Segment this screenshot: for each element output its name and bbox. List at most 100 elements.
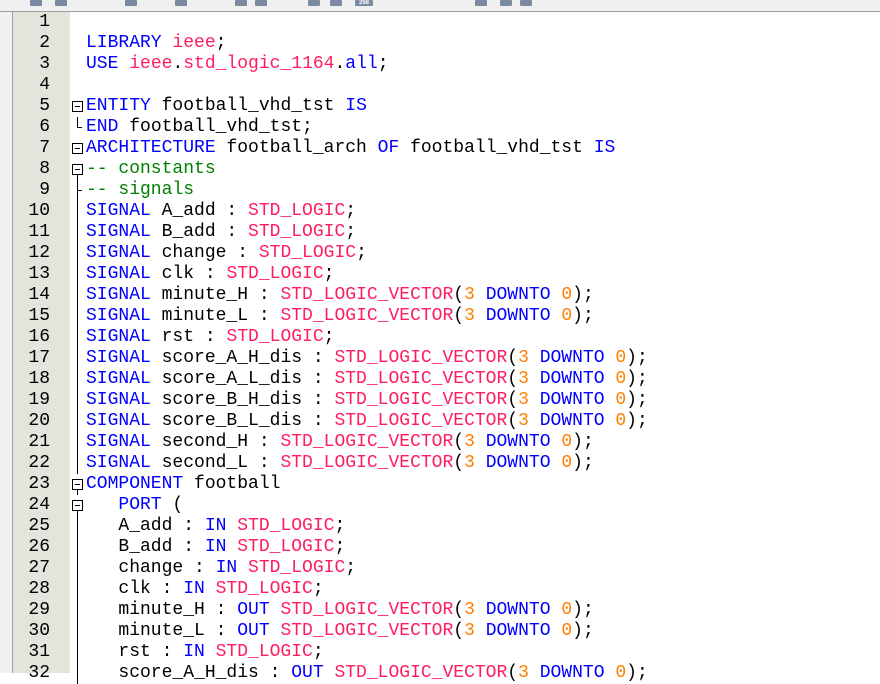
toolbar-button[interactable] — [255, 0, 267, 6]
code-line[interactable]: 11 SIGNAL B_add : STD_LOGIC; — [13, 222, 880, 243]
code-line[interactable]: 27 change : IN STD_LOGIC; — [13, 558, 880, 579]
toolbar-button[interactable] — [235, 0, 247, 6]
code-line[interactable]: 1 — [13, 12, 880, 33]
line-number: 12 — [28, 243, 50, 263]
fold-line — [77, 222, 78, 243]
type-token: ieee — [172, 33, 216, 53]
keyword-token: SIGNAL — [86, 285, 162, 305]
text-token: ; — [334, 516, 346, 536]
keyword-token: SIGNAL — [86, 243, 162, 263]
code-text: A_add : IN STD_LOGIC; — [86, 516, 345, 537]
number-token: 0 — [615, 663, 627, 683]
text-token: ); — [626, 348, 648, 368]
code-line[interactable]: 20 SIGNAL score_B_L_dis : STD_LOGIC_VECTO… — [13, 411, 880, 432]
fold-line — [77, 537, 78, 558]
fold-line — [77, 243, 78, 264]
number-token: 3 — [518, 663, 529, 683]
toolbar-counter[interactable]: 268 — [355, 0, 373, 6]
code-line[interactable]: 24 PORT ( — [13, 495, 880, 516]
keyword-token: OUT — [237, 600, 281, 620]
code-line[interactable]: 3 USE ieee.std_logic_1164.all; — [13, 54, 880, 75]
code-text: SIGNAL score_A_L_dis : STD_LOGIC_VECTOR(… — [86, 369, 648, 390]
type-token: STD_LOGIC — [226, 327, 324, 347]
code-editor[interactable]: 1 2 LIBRARY ieee; 3 USE ieee.std_logic_1164.… — [13, 12, 880, 684]
code-line[interactable]: 26 B_add : IN STD_LOGIC; — [13, 537, 880, 558]
text-token: ); — [572, 621, 594, 641]
text-token: ( — [507, 411, 519, 431]
keyword-token: all — [345, 54, 378, 74]
code-line[interactable]: 22 SIGNAL second_L : STD_LOGIC_VECTOR(3 D… — [13, 453, 880, 474]
text-token: ; — [345, 201, 357, 221]
code-line[interactable]: 10 SIGNAL A_add : STD_LOGIC; — [13, 201, 880, 222]
text-token: rst : — [86, 642, 184, 662]
keyword-token: DOWNTO — [528, 390, 616, 410]
code-line[interactable]: 29 minute_H : OUT STD_LOGIC_VECTOR(3 DOW… — [13, 600, 880, 621]
keyword-token: DOWNTO — [474, 306, 562, 326]
code-line[interactable]: 8 -- constants — [13, 159, 880, 180]
keyword-token: SIGNAL — [86, 432, 162, 452]
toolbar-button[interactable] — [308, 0, 320, 6]
text-token: ( — [453, 600, 465, 620]
text-token: ); — [626, 390, 648, 410]
toolbar-button[interactable] — [30, 0, 42, 6]
fold-collapse-icon[interactable] — [72, 101, 83, 112]
line-number: 24 — [28, 495, 50, 515]
line-number: 27 — [28, 558, 50, 578]
code-line[interactable]: 4 — [13, 75, 880, 96]
toolbar-button[interactable] — [475, 0, 487, 6]
text-token: ( — [507, 348, 519, 368]
code-line[interactable]: 19 SIGNAL score_B_H_dis : STD_LOGIC_VECTO… — [13, 390, 880, 411]
code-line[interactable]: 21 SIGNAL second_H : STD_LOGIC_VECTOR(3 D… — [13, 432, 880, 453]
toolbar-button[interactable] — [125, 0, 137, 6]
code-text: PORT ( — [86, 495, 183, 516]
code-line[interactable]: 2 LIBRARY ieee; — [13, 33, 880, 54]
toolbar-button[interactable] — [175, 0, 187, 6]
toolbar: 268 — [0, 0, 880, 12]
code-line[interactable]: 16 SIGNAL rst : STD_LOGIC; — [13, 327, 880, 348]
line-number: 7 — [39, 138, 50, 158]
number-token: 3 — [518, 411, 529, 431]
line-number: 30 — [28, 621, 50, 641]
code-line[interactable]: 14 SIGNAL minute_H : STD_LOGIC_VECTOR(3 D… — [13, 285, 880, 306]
toolbar-button[interactable] — [500, 0, 512, 6]
code-line[interactable]: 13 SIGNAL clk : STD_LOGIC; — [13, 264, 880, 285]
type-token: STD_LOGIC — [248, 222, 346, 242]
code-line[interactable]: 15 SIGNAL minute_L : STD_LOGIC_VECTOR(3 D… — [13, 306, 880, 327]
text-token: score_A_H_dis : — [86, 663, 292, 683]
code-line[interactable]: 5 ENTITY football_vhd_tst IS — [13, 96, 880, 117]
code-line[interactable]: 23 COMPONENT football — [13, 474, 880, 495]
text-token: ( — [453, 432, 465, 452]
code-line[interactable]: 7 ARCHITECTURE football_arch OF football_… — [13, 138, 880, 159]
number-token: 0 — [615, 369, 627, 389]
type-token: std_logic_1164 — [183, 54, 335, 74]
number-token: 0 — [615, 411, 627, 431]
code-line[interactable]: 9 -- signals — [13, 180, 880, 201]
code-line[interactable]: 31 rst : IN STD_LOGIC; — [13, 642, 880, 663]
fold-collapse-icon[interactable] — [72, 143, 83, 154]
text-token: ; — [312, 642, 324, 662]
counter-label: 268 — [358, 0, 369, 6]
code-line[interactable]: 30 minute_L : OUT STD_LOGIC_VECTOR(3 DOW… — [13, 621, 880, 642]
text-token: ; — [323, 264, 335, 284]
keyword-token: IN — [204, 516, 238, 536]
keyword-token: DOWNTO — [528, 348, 616, 368]
toolbar-button[interactable] — [330, 0, 342, 6]
keyword-token: SIGNAL — [86, 411, 162, 431]
code-line[interactable]: 25 A_add : IN STD_LOGIC; — [13, 516, 880, 537]
code-line[interactable]: 12 SIGNAL change : STD_LOGIC; — [13, 243, 880, 264]
number-token: 0 — [561, 285, 573, 305]
line-number: 22 — [28, 453, 50, 473]
code-text: SIGNAL minute_L : STD_LOGIC_VECTOR(3 DOW… — [86, 306, 594, 327]
code-line[interactable]: 28 clk : IN STD_LOGIC; — [13, 579, 880, 600]
code-line[interactable]: 18 SIGNAL score_A_L_dis : STD_LOGIC_VECTO… — [13, 369, 880, 390]
toolbar-button[interactable] — [520, 0, 532, 6]
text-token: . — [334, 54, 346, 74]
keyword-token: SIGNAL — [86, 348, 162, 368]
code-line[interactable]: 6 END football_vhd_tst; — [13, 117, 880, 138]
line-number: 23 — [28, 474, 50, 494]
code-text: SIGNAL rst : STD_LOGIC; — [86, 327, 334, 348]
code-line[interactable]: 32 score_A_H_dis : OUT STD_LOGIC_VECTOR(… — [13, 663, 880, 684]
toolbar-button[interactable] — [55, 0, 67, 6]
code-line[interactable]: 17 SIGNAL score_A_H_dis : STD_LOGIC_VECTO… — [13, 348, 880, 369]
number-token: 3 — [518, 390, 529, 410]
